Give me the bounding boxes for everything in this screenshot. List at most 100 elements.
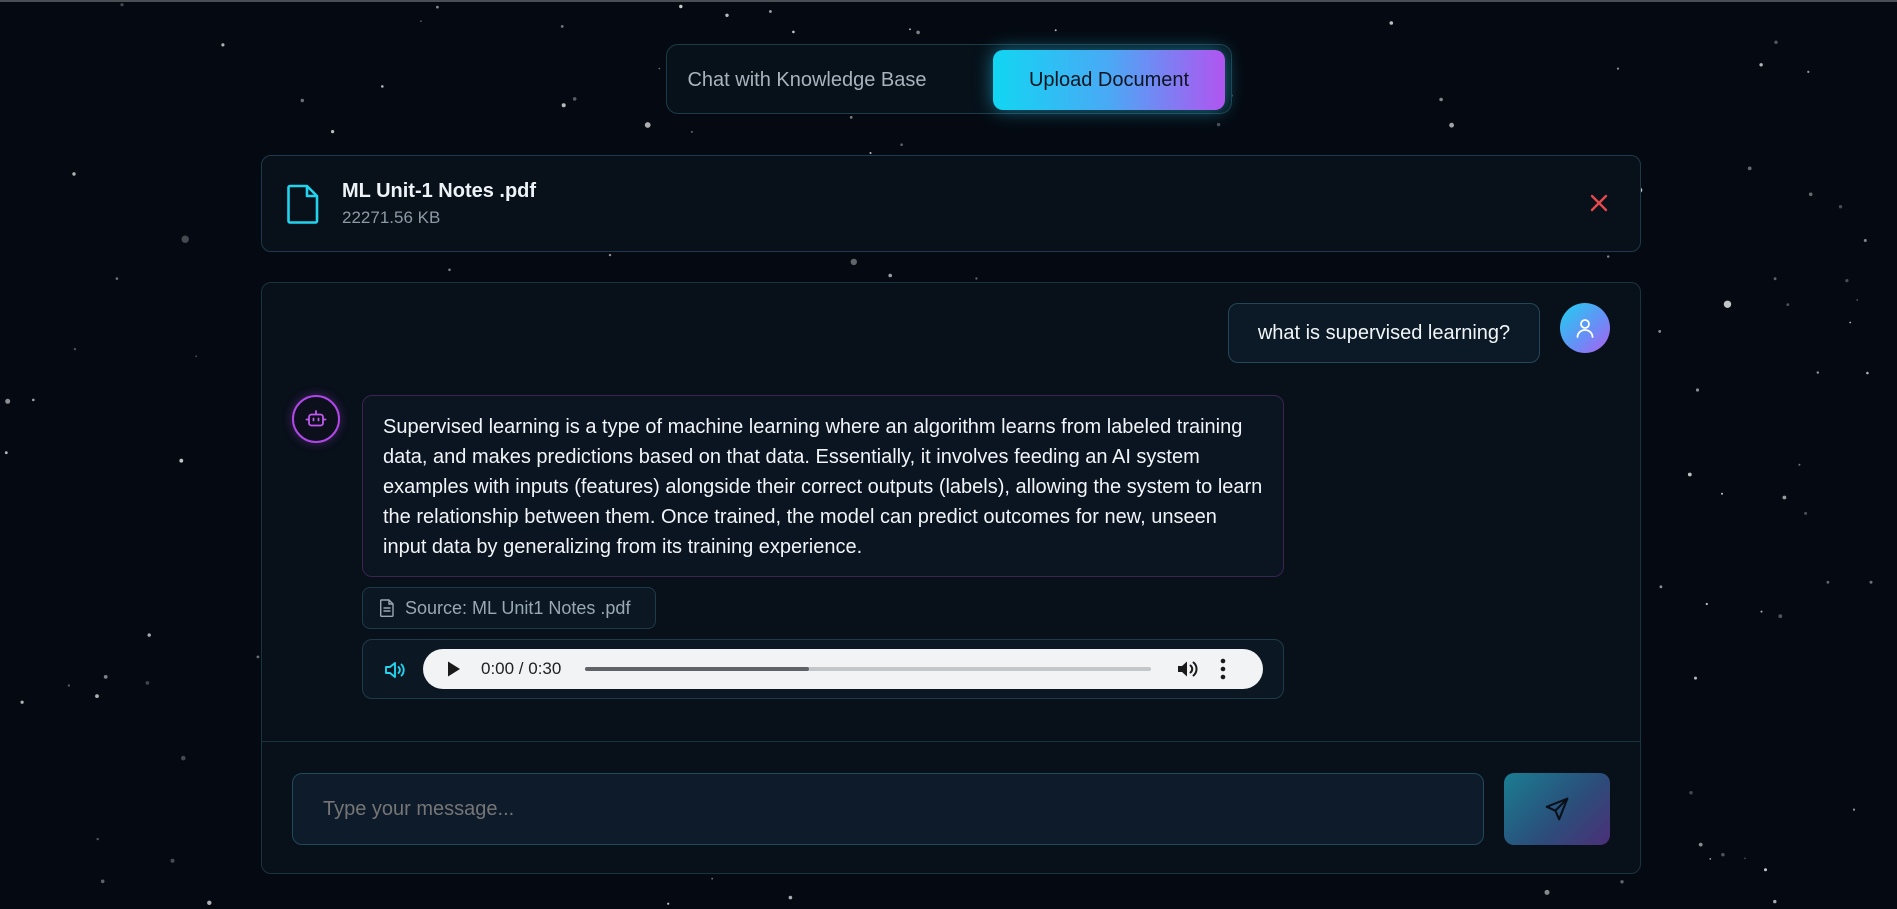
star (1744, 857, 1746, 860)
star (436, 5, 439, 9)
bot-avatar (292, 395, 340, 443)
star (916, 30, 920, 35)
star (72, 172, 76, 176)
star (1838, 205, 1843, 209)
mode-tabs: Chat with Knowledge Base Upload Document (666, 44, 1232, 114)
star (181, 755, 186, 761)
send-button[interactable] (1504, 773, 1610, 845)
source-label: Source: ML Unit1 Notes .pdf (405, 597, 631, 618)
star (1620, 880, 1624, 884)
star (1764, 868, 1767, 872)
star (96, 837, 99, 841)
star (1439, 97, 1443, 102)
star (679, 4, 683, 9)
audio-progress-fill (585, 667, 809, 671)
star (32, 398, 35, 402)
star (1845, 279, 1849, 283)
star (115, 277, 119, 280)
star (67, 684, 70, 687)
star (644, 122, 651, 128)
message-input[interactable] (292, 773, 1484, 845)
star (100, 879, 105, 884)
user-avatar (1560, 303, 1610, 353)
file-name: ML Unit-1 Notes .pdf (342, 180, 537, 202)
star (103, 675, 108, 679)
star (769, 10, 772, 13)
star (1856, 299, 1859, 301)
star (181, 235, 189, 243)
star (1760, 610, 1763, 613)
star (869, 152, 872, 154)
star (145, 681, 150, 685)
document-icon (380, 599, 394, 617)
star (1689, 791, 1693, 795)
star (711, 877, 714, 880)
star (1798, 463, 1801, 466)
star (1782, 495, 1787, 500)
star (420, 20, 422, 23)
star (1773, 899, 1777, 904)
star (1659, 585, 1663, 589)
star (1869, 580, 1873, 584)
composer-divider (262, 741, 1640, 742)
star (4, 451, 8, 455)
user-icon (1576, 319, 1594, 338)
star (1863, 239, 1867, 242)
star (95, 694, 99, 698)
play-icon[interactable] (447, 661, 461, 677)
star (1786, 303, 1790, 306)
star (1866, 371, 1869, 375)
chat-panel: what is supervised learning? Supervised … (261, 282, 1641, 874)
star (788, 895, 793, 900)
file-size: 22271.56 KB (342, 208, 441, 227)
star (1449, 122, 1454, 128)
star (20, 700, 24, 704)
star (667, 902, 670, 905)
close-icon[interactable] (1588, 192, 1610, 214)
star (849, 116, 853, 119)
star (5, 398, 11, 404)
star (1773, 277, 1777, 281)
star (1616, 67, 1620, 70)
tab-upload-document[interactable]: Upload Document (993, 50, 1225, 110)
star (1826, 580, 1830, 584)
star (207, 900, 212, 905)
star (975, 277, 978, 280)
star (1216, 122, 1221, 127)
star (1687, 472, 1692, 477)
star (73, 347, 77, 351)
user-message: what is supervised learning? (1228, 303, 1540, 363)
star (1389, 21, 1394, 25)
audio-progress-slider[interactable] (585, 667, 1151, 671)
volume-icon[interactable] (1177, 659, 1199, 679)
star (1807, 70, 1810, 73)
star (1723, 300, 1732, 308)
star (1852, 808, 1856, 811)
star (1808, 192, 1813, 197)
source-citation[interactable]: Source: ML Unit1 Notes .pdf (362, 587, 656, 629)
star (658, 67, 661, 70)
star (900, 143, 903, 146)
star (195, 355, 198, 358)
star (1544, 889, 1550, 895)
audio-response: 0:00 / 0:30 (362, 639, 1284, 699)
star (1774, 40, 1778, 44)
bot-icon (305, 410, 327, 427)
star (147, 633, 151, 637)
star (1054, 29, 1057, 32)
star (1607, 255, 1610, 258)
star (792, 30, 795, 34)
star (850, 258, 857, 266)
star (1658, 330, 1662, 333)
star (1705, 602, 1708, 606)
file-icon (287, 184, 319, 224)
send-icon (1545, 797, 1569, 821)
more-options-icon[interactable] (1219, 658, 1227, 680)
star (572, 97, 577, 101)
star (300, 98, 304, 103)
audio-player: 0:00 / 0:30 (423, 649, 1263, 689)
star (448, 268, 451, 272)
speaker-icon[interactable] (383, 658, 407, 682)
star (179, 458, 184, 463)
tab-chat-knowledge-base[interactable]: Chat with Knowledge Base (687, 55, 927, 105)
